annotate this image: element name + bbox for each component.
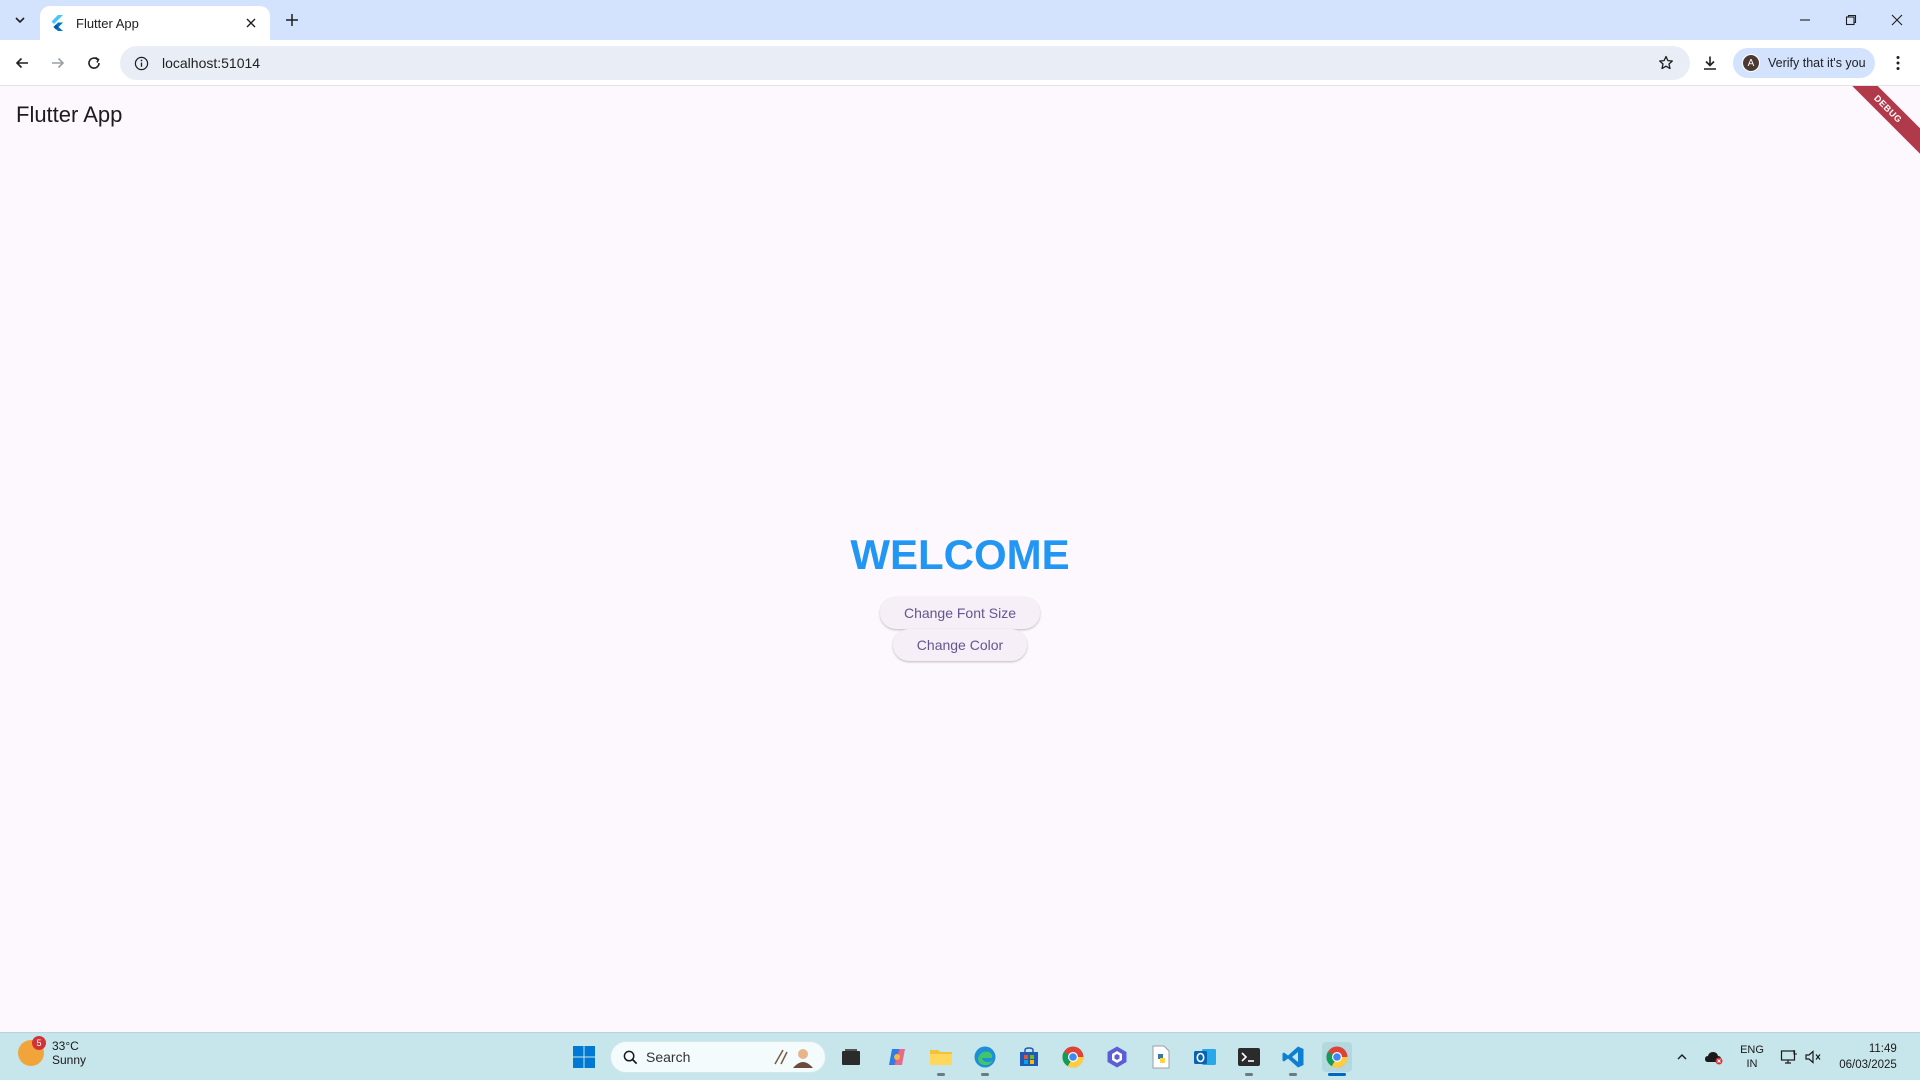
bookmark-button[interactable] — [1654, 51, 1678, 75]
taskbar-search[interactable]: Search — [610, 1041, 826, 1073]
outlook-button[interactable] — [1190, 1042, 1220, 1072]
restore-icon — [1845, 14, 1857, 26]
running-indicator — [937, 1073, 945, 1076]
terminal-button[interactable] — [1234, 1042, 1264, 1076]
copilot-button[interactable] — [882, 1042, 912, 1072]
show-hidden-icons-button[interactable] — [1670, 1033, 1694, 1080]
info-icon[interactable] — [134, 55, 150, 71]
weather-widget[interactable]: 5 33°C Sunny — [18, 1036, 87, 1067]
onedrive-button[interactable] — [1702, 1033, 1726, 1080]
cloud-error-icon — [1705, 1052, 1723, 1065]
chrome-icon — [1326, 1046, 1348, 1068]
copilot-icon — [889, 1049, 905, 1065]
address-text[interactable]: localhost:51014 — [162, 55, 260, 71]
notification-badge: 5 — [32, 1036, 46, 1050]
outlook-icon — [1194, 1049, 1216, 1065]
taskbar: 5 33°C Sunny Search ENG IN 11:49 06/03/2… — [0, 1032, 1920, 1080]
arrow-left-icon — [15, 57, 28, 69]
running-indicator — [1289, 1073, 1297, 1076]
running-indicator — [1245, 1073, 1253, 1076]
plus-icon — [286, 14, 298, 26]
tab-search-button[interactable] — [8, 8, 32, 32]
browser-tab[interactable]: Flutter App — [40, 6, 270, 40]
minimize-icon — [1800, 19, 1810, 21]
verify-identity-chip[interactable]: A Verify that it's you — [1733, 48, 1875, 78]
change-color-button[interactable]: Change Color — [892, 629, 1028, 661]
avatar: A — [1742, 54, 1760, 72]
windows-logo-icon — [573, 1046, 595, 1068]
app-canvas: Flutter App DEBUG WELCOME Change Font Si… — [0, 86, 1920, 1032]
verify-label: Verify that it's you — [1768, 56, 1866, 70]
python-file-icon — [1152, 1045, 1170, 1069]
microsoft-store-button[interactable] — [1014, 1042, 1044, 1072]
python-button[interactable] — [1146, 1042, 1176, 1072]
download-icon — [1704, 56, 1716, 70]
tab-title: Flutter App — [76, 15, 139, 31]
task-view-button[interactable] — [836, 1042, 866, 1072]
sun-icon: 5 — [18, 1036, 46, 1066]
tab-close-button[interactable] — [242, 14, 260, 32]
more-vertical-icon — [1896, 56, 1900, 70]
debug-label: DEBUG — [1872, 93, 1904, 125]
chrome-button[interactable] — [1058, 1042, 1088, 1072]
running-indicator — [981, 1073, 989, 1076]
close-icon — [1891, 14, 1903, 26]
close-icon — [246, 18, 256, 28]
clock-time: 11:49 — [1868, 1043, 1897, 1055]
network-button[interactable] — [1778, 1033, 1800, 1080]
star-icon — [1659, 55, 1673, 70]
weather-condition: Sunny — [52, 1053, 87, 1067]
browser-toolbar: localhost:51014 A Verify that it's you — [0, 40, 1920, 86]
search-icon — [623, 1050, 638, 1064]
vscode-icon — [1282, 1046, 1304, 1068]
store-icon — [1020, 1047, 1038, 1066]
downloads-button[interactable] — [1696, 49, 1724, 77]
restore-button[interactable] — [1828, 0, 1874, 40]
minimize-button[interactable] — [1782, 0, 1828, 40]
new-tab-button[interactable] — [280, 8, 304, 32]
search-label: Search — [646, 1049, 691, 1065]
arrow-right-icon — [52, 57, 65, 69]
change-font-size-button[interactable]: Change Font Size — [879, 597, 1041, 629]
chevron-up-icon — [1677, 1054, 1687, 1060]
tab-strip: Flutter App — [0, 0, 1920, 40]
terminal-icon — [1238, 1048, 1260, 1066]
weather-temperature: 33°C — [52, 1039, 79, 1053]
network-icon — [1780, 1050, 1797, 1064]
copilot-app-button[interactable] — [1102, 1042, 1132, 1072]
volume-button[interactable] — [1802, 1033, 1824, 1080]
search-highlight-icon — [774, 1049, 813, 1068]
welcome-column: WELCOME Change Font Size Change Color — [0, 531, 1920, 663]
hexagon-app-icon — [1107, 1046, 1127, 1068]
file-explorer-button[interactable] — [926, 1042, 956, 1076]
close-window-button[interactable] — [1874, 0, 1920, 40]
edge-icon — [974, 1046, 996, 1068]
clock-button[interactable]: 11:49 06/03/2025 — [1830, 1033, 1906, 1080]
back-button[interactable] — [8, 49, 36, 77]
volume-muted-icon — [1805, 1050, 1821, 1064]
edge-button[interactable] — [970, 1042, 1000, 1076]
reload-icon — [88, 56, 100, 69]
debug-banner: DEBUG — [1839, 86, 1920, 158]
forward-button[interactable] — [44, 49, 72, 77]
reload-button[interactable] — [80, 49, 108, 77]
app-bar-title: Flutter App — [16, 102, 123, 127]
address-bar[interactable]: localhost:51014 — [120, 46, 1690, 80]
vscode-button[interactable] — [1278, 1042, 1308, 1076]
welcome-heading: WELCOME — [850, 531, 1070, 578]
task-view-icon — [842, 1049, 860, 1065]
folder-icon — [930, 1050, 952, 1065]
chrome-icon — [1062, 1046, 1084, 1068]
active-indicator — [1328, 1073, 1346, 1076]
chrome-active-button[interactable] — [1322, 1042, 1352, 1076]
chevron-down-icon — [15, 17, 25, 24]
start-button[interactable] — [570, 1043, 598, 1071]
region-code: IN — [1746, 1058, 1758, 1070]
flutter-logo-icon — [50, 15, 66, 31]
input-language-button[interactable]: ENG IN — [1734, 1033, 1770, 1080]
language-code: ENG — [1740, 1044, 1764, 1056]
clock-date: 06/03/2025 — [1839, 1059, 1897, 1071]
browser-menu-button[interactable] — [1884, 49, 1912, 77]
